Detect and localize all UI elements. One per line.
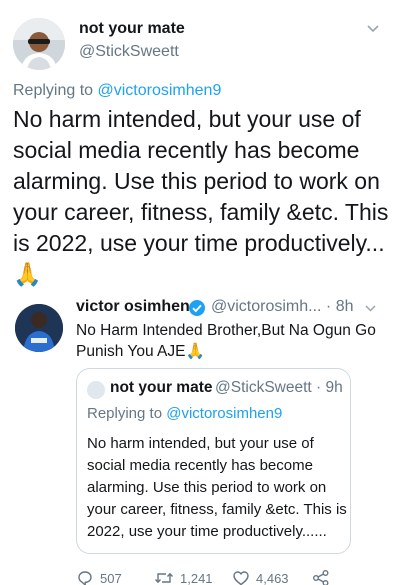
reply-tweet: victor osimhen @victorosimh... · 8h No H… xyxy=(0,289,404,585)
display-name: not your mate xyxy=(110,379,213,396)
tweet-text: No harm intended, but your use of social… xyxy=(13,106,389,287)
mention-link[interactable]: @victorosimhen9 xyxy=(166,405,282,422)
chevron-down-icon[interactable] xyxy=(366,24,380,34)
avatar[interactable] xyxy=(13,18,65,70)
tweet-text: No Harm Intended Brother,But Na Ogun Go … xyxy=(76,322,376,360)
like-icon xyxy=(233,571,249,585)
replying-to-label: Replying to xyxy=(13,82,98,99)
avatar[interactable] xyxy=(15,304,63,352)
tweet-text: No harm intended, but your use of social… xyxy=(87,435,347,540)
reply-count: 507 xyxy=(100,570,122,585)
replying-to-label: Replying to xyxy=(87,405,167,422)
reply-button[interactable]: 507 xyxy=(76,569,122,585)
display-name[interactable]: victor osimhen xyxy=(76,298,190,316)
share-icon xyxy=(313,570,329,585)
retweet-count: 1,241 xyxy=(180,570,213,585)
action-bar: 507 1,241 4,463 xyxy=(76,569,396,585)
display-name[interactable]: not your mate xyxy=(79,20,185,38)
replying-to: Replying to @victorosimhen9 xyxy=(87,405,282,422)
chevron-down-icon[interactable] xyxy=(364,304,377,313)
avatar xyxy=(87,381,105,399)
retweet-button[interactable]: 1,241 xyxy=(154,569,213,585)
like-button[interactable]: 4,463 xyxy=(232,569,289,585)
retweet-icon xyxy=(154,572,174,584)
like-count: 4,463 xyxy=(256,570,289,585)
mention-link[interactable]: @victorosimhen9 xyxy=(98,82,222,99)
replying-to: Replying to @victorosimhen9 xyxy=(13,82,221,100)
reply-icon xyxy=(78,571,92,585)
verified-badge-icon xyxy=(189,300,205,316)
share-button[interactable] xyxy=(312,569,330,585)
user-handle[interactable]: @StickSweett xyxy=(79,43,179,61)
quoted-tweet[interactable]: not your mate @StickSweett · 9h Replying… xyxy=(76,368,351,554)
user-handle-time: @StickSweett · 9h xyxy=(215,379,343,396)
user-handle-time[interactable]: @victorosimh... · 8h xyxy=(211,298,354,316)
